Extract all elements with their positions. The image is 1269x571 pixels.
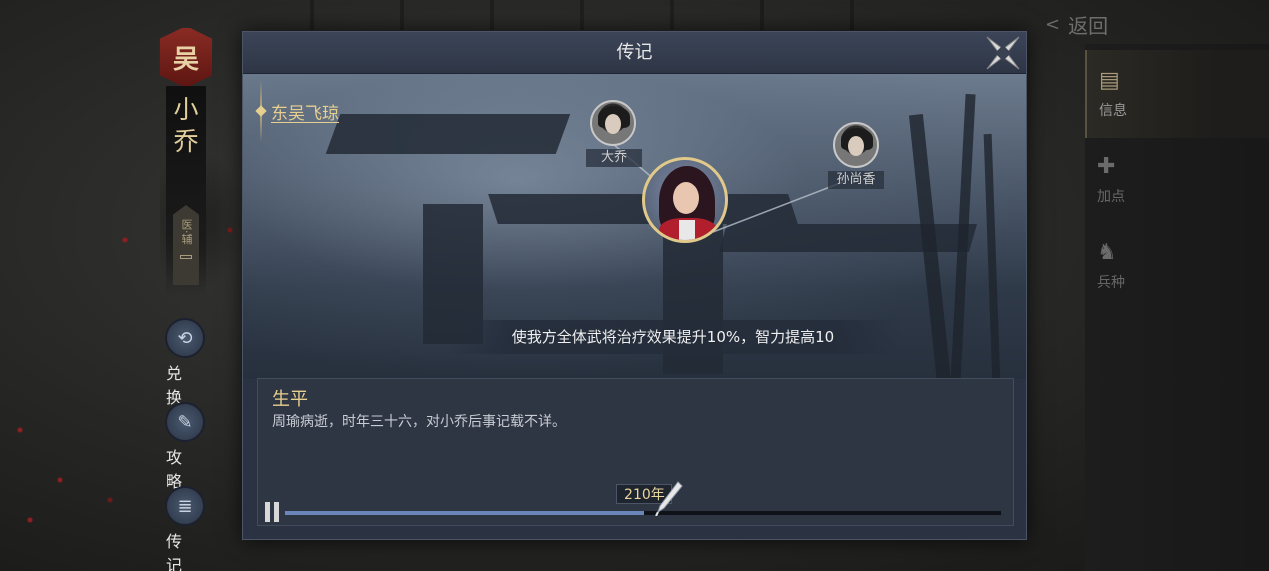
background-calligraphy — [270, 0, 890, 30]
bio-text: 周瑜病逝，时年三十六，对小乔后事记载不详。 — [272, 414, 566, 430]
side-button-biography[interactable]: ≣ 传记 — [160, 486, 210, 571]
relation-avatar-daqiao[interactable] — [590, 100, 636, 146]
tab-label: 加点 — [1097, 189, 1125, 205]
pause-icon — [274, 502, 279, 522]
back-label: 返回 — [1068, 14, 1109, 38]
tab-info[interactable]: ▤ 信息 — [1085, 50, 1269, 138]
exchange-icon: ⟲ — [165, 318, 205, 358]
relation-name: 孙尚香 — [828, 171, 884, 189]
right-tab-bar: ▤ 信息 ✚ 加点 ♞ 兵种 — [1085, 44, 1269, 571]
brush-pen-icon[interactable] — [654, 480, 684, 516]
side-button-label: 攻略 — [166, 448, 191, 491]
tab-label: 信息 — [1099, 103, 1127, 119]
bio-title: 生平 — [272, 389, 308, 410]
timeline-slider[interactable] — [285, 511, 1001, 515]
scroll-icon: ▤ — [1099, 68, 1120, 93]
side-button-label: 传记 — [166, 532, 191, 571]
dialog-title: 传记 — [616, 42, 653, 63]
role-tag-divider — [180, 254, 192, 259]
tab-stats[interactable]: ✚ 加点 — [1085, 136, 1269, 224]
main-character-avatar — [642, 157, 728, 243]
back-button[interactable]: < 返回 — [1045, 10, 1108, 39]
tab-soldier[interactable]: ♞ 兵种 — [1085, 222, 1269, 310]
effect-text: 使我方全体武将治疗效果提升10%，智力提高10 — [511, 328, 835, 346]
timeline-fill — [285, 511, 645, 515]
tab-label: 兵种 — [1097, 275, 1125, 291]
faction-badge: 吴 — [158, 26, 214, 88]
pause-button[interactable] — [265, 502, 281, 522]
side-button-label: 兑换 — [166, 364, 191, 407]
side-button-exchange[interactable]: ⟲ 兑换 — [160, 318, 210, 408]
relation-avatar-sunshangxiang[interactable] — [833, 122, 879, 168]
side-button-guide[interactable]: ✎ 攻略 — [160, 402, 210, 492]
close-button[interactable] — [983, 33, 1023, 73]
character-name: 小乔 — [173, 95, 199, 156]
scroll-icon: ✎ — [165, 402, 205, 442]
pause-icon — [265, 502, 270, 522]
close-icon — [986, 36, 1020, 70]
effect-bar: 使我方全体武将治疗效果提升10%，智力提高10 — [243, 320, 1026, 354]
biography-dialog: 传记 东吴飞琼 大乔 孙尚香 使我方全体武将治疗效果提升10%，智力提高10 生… — [242, 31, 1027, 540]
back-arrow-icon: < — [1045, 14, 1061, 35]
role-tag: 医·辅 — [173, 205, 199, 285]
book-icon: ≣ — [165, 486, 205, 526]
relation-name: 大乔 — [586, 149, 642, 167]
stats-icon: ✚ — [1097, 154, 1116, 179]
soldier-icon: ♞ — [1097, 240, 1117, 265]
